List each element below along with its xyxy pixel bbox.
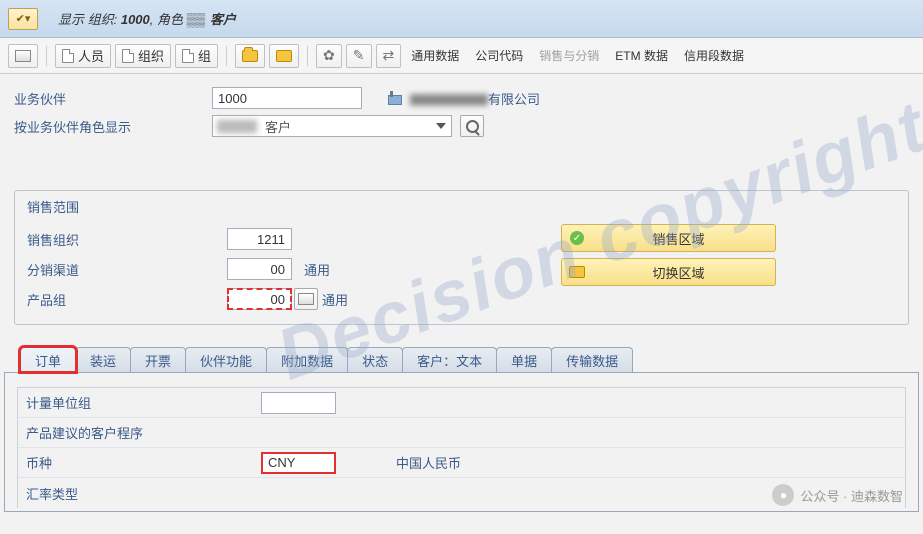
wechat-icon: ● xyxy=(772,484,794,506)
tab-customer-text[interactable]: 客户：文本 xyxy=(402,347,497,372)
check-icon: ✓ xyxy=(570,231,584,245)
sales-area-title: 销售范围 xyxy=(27,191,896,224)
currency-label: 币种 xyxy=(26,453,261,472)
sales-area-button[interactable]: ✓ 销售区域 xyxy=(561,224,776,252)
tab-billing[interactable]: 开票 xyxy=(130,347,186,372)
sales-area-group: 销售范围 销售组织 1211 分销渠道 00 通用 产品组 00 通用 xyxy=(14,190,909,325)
sales-dist-button[interactable]: 销售与分销 xyxy=(533,44,605,68)
open-button[interactable] xyxy=(235,44,265,68)
title-bar: ✔▾ 显示 组织: 1000, 角色 ▒▒ 客户 xyxy=(0,0,923,38)
tab-strip: 订单 装运 开票 伙伴功能 附加数据 状态 客户：文本 单据 传输数据 xyxy=(20,347,923,372)
app-icon[interactable]: ✔▾ xyxy=(8,8,38,30)
division-label: 产品组 xyxy=(27,290,227,309)
org-button[interactable]: 组织 xyxy=(115,44,171,68)
product-proposal-label: 产品建议的客户程序 xyxy=(26,423,261,442)
relation-icon: ⇄ xyxy=(383,47,395,64)
partner-name: ▇▇▇▇▇▇有限公司 xyxy=(410,89,540,108)
folder-icon xyxy=(569,266,585,278)
tab-shipping[interactable]: 装运 xyxy=(75,347,131,372)
sales-org-label: 销售组织 xyxy=(27,230,227,249)
tab-documents[interactable]: 单据 xyxy=(496,347,552,372)
division-f4-button[interactable] xyxy=(294,288,318,310)
tab-additional[interactable]: 附加数据 xyxy=(266,347,348,372)
etm-data-button[interactable]: ETM 数据 xyxy=(609,44,674,68)
tab-partner[interactable]: 伙伴功能 xyxy=(185,347,267,372)
switch-area-button[interactable]: 切换区域 xyxy=(561,258,776,286)
dist-channel-label: 分销渠道 xyxy=(27,260,227,279)
company-code-button[interactable]: 公司代码 xyxy=(469,44,529,68)
wand-icon: ✎ xyxy=(353,47,365,64)
folder-open-icon xyxy=(242,50,258,62)
f4-icon xyxy=(298,293,314,305)
relation-button[interactable]: ⇄ xyxy=(376,44,402,68)
role-search-button[interactable] xyxy=(460,115,484,137)
wechat-attribution: ● 公众号 · 迪森数智 xyxy=(772,484,903,506)
general-data-button[interactable]: 通用数据 xyxy=(405,44,465,68)
window-title: 显示 组织: 1000, 角色 ▒▒ 客户 xyxy=(58,8,236,29)
partner-input[interactable]: 1000 xyxy=(212,87,362,109)
currency-input[interactable]: CNY xyxy=(261,452,336,474)
document-icon xyxy=(62,49,74,63)
partner-label: 业务伙伴 xyxy=(14,89,204,108)
person-button[interactable]: 人员 xyxy=(55,44,111,68)
settings-button[interactable]: ✿ xyxy=(316,44,342,68)
folder-button[interactable] xyxy=(269,44,299,68)
credit-data-button[interactable]: 信用段数据 xyxy=(678,44,750,68)
toolbar: 人员 组织 组 ✿ ✎ ⇄ 通用数据 公司代码 销售与分销 ETM 数据 信用段… xyxy=(0,38,923,74)
factory-icon xyxy=(386,91,402,105)
uom-group-input[interactable] xyxy=(261,392,336,414)
uom-group-label: 计量单位组 xyxy=(26,393,261,412)
rate-type-label: 汇率类型 xyxy=(26,484,261,503)
tab-transfer[interactable]: 传输数据 xyxy=(551,347,633,372)
tab-order[interactable]: 订单 xyxy=(20,347,76,372)
document-icon xyxy=(122,49,134,63)
sales-org-input[interactable]: 1211 xyxy=(227,228,292,250)
division-input[interactable]: 00 xyxy=(227,288,292,310)
division-text: 通用 xyxy=(322,290,348,309)
role-dropdown[interactable]: ▇▇▇▇客户 xyxy=(212,115,452,137)
group-button[interactable]: 组 xyxy=(175,44,218,68)
wand-button[interactable]: ✎ xyxy=(346,44,372,68)
document-icon xyxy=(182,49,194,63)
tab-status[interactable]: 状态 xyxy=(347,347,403,372)
menu-button[interactable] xyxy=(8,44,38,68)
dist-channel-input[interactable]: 00 xyxy=(227,258,292,280)
gear-icon: ✿ xyxy=(323,47,335,64)
currency-text: 中国人民币 xyxy=(396,453,461,472)
folder-icon xyxy=(276,50,292,62)
search-icon xyxy=(466,120,479,133)
dist-channel-text: 通用 xyxy=(304,260,330,279)
role-label: 按业务伙伴角色显示 xyxy=(14,117,204,136)
